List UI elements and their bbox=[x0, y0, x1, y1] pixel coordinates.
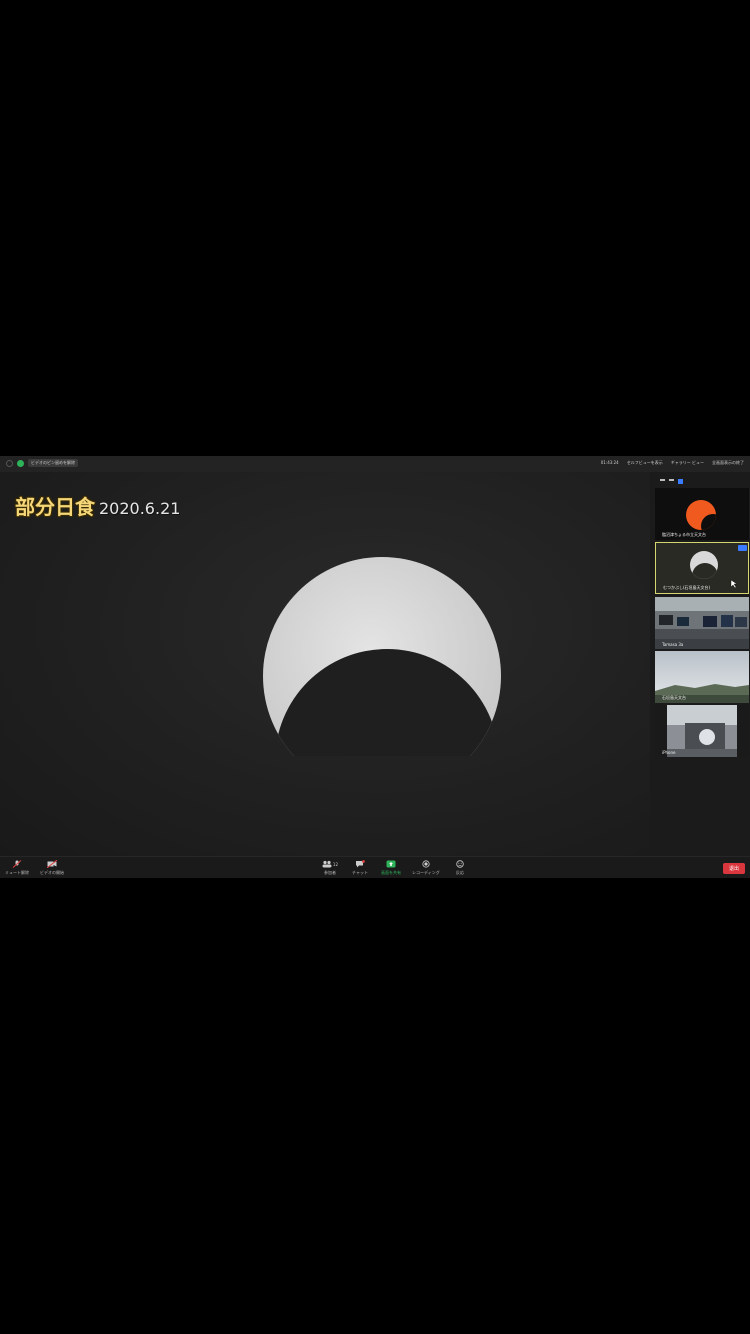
start-video-button[interactable]: ビデオの開始 bbox=[40, 860, 64, 876]
participant-tile-active[interactable]: むつかぶし(石垣島天文台) bbox=[655, 542, 749, 594]
elapsed-time: 01:43:24 bbox=[600, 460, 619, 465]
strip-icon[interactable] bbox=[669, 479, 674, 481]
eclipse-title: 部分日食 2020.6.21 bbox=[15, 491, 180, 520]
reaction-emoji-icon bbox=[455, 860, 465, 868]
microphone-muted-icon bbox=[12, 860, 22, 868]
participant-tile[interactable]: iPhone bbox=[655, 705, 749, 757]
participant-name: 臨沼津ちょる市立天文台 bbox=[662, 532, 706, 537]
gallery-view-button[interactable]: ギャラリー ビュー bbox=[671, 460, 704, 466]
participant-name: iPhone bbox=[662, 750, 676, 755]
share-screen-icon bbox=[386, 860, 396, 868]
participants-icon: 12 bbox=[322, 860, 338, 868]
security-shield-icon[interactable] bbox=[17, 459, 24, 467]
minimize-icon[interactable] bbox=[660, 479, 665, 481]
leave-meeting-button[interactable]: 退出 bbox=[722, 863, 745, 874]
self-view-button[interactable]: セルフビューを表示 bbox=[627, 460, 663, 466]
participant-name: むつかぶし(石垣島天文台) bbox=[663, 585, 711, 590]
exit-fullscreen-button[interactable]: 全画面表示の終了 bbox=[712, 460, 744, 466]
video-off-icon bbox=[47, 860, 57, 868]
title-date: 2020.6.21 bbox=[99, 499, 181, 518]
reactions-button[interactable]: 反応 bbox=[455, 860, 465, 876]
title-text: 部分日食 bbox=[15, 495, 95, 519]
meeting-toolbar: ミュート解除 ビデオの開始 12 参加者 チャット 画面を共有 レコーディング … bbox=[0, 856, 750, 878]
mute-button[interactable]: ミュート解除 bbox=[5, 860, 29, 876]
participant-tile[interactable]: 臨沼津ちょる市立天文台 bbox=[655, 488, 749, 540]
window-titlebar: ビデオのピン留めを解除 01:43:24 セルフビューを表示 ギャラリー ビュー… bbox=[0, 456, 750, 472]
zoom-window: ビデオのピン留めを解除 01:43:24 セルフビューを表示 ギャラリー ビュー… bbox=[0, 456, 750, 878]
participant-name: Tamasa 3a bbox=[662, 642, 684, 647]
share-screen-button[interactable]: 画面を共有 bbox=[381, 860, 401, 876]
thumbnail-controls[interactable] bbox=[660, 479, 683, 484]
partial-eclipse-sun bbox=[263, 557, 501, 756]
main-video: 部分日食 2020.6.21 bbox=[0, 472, 650, 856]
window-control-icon[interactable] bbox=[6, 459, 13, 467]
participant-name: 石垣島天文台 bbox=[662, 695, 686, 700]
participants-count: 12 bbox=[332, 861, 338, 867]
record-icon bbox=[421, 860, 431, 868]
participant-tile[interactable]: 石垣島天文台 bbox=[655, 651, 749, 703]
participants-button[interactable]: 12 参加者 bbox=[322, 860, 338, 876]
chat-button[interactable]: チャット bbox=[352, 860, 368, 876]
unpin-video-button[interactable]: ビデオのピン留めを解除 bbox=[28, 459, 78, 467]
record-button[interactable]: レコーディング bbox=[412, 860, 440, 876]
active-layout-icon[interactable] bbox=[678, 479, 683, 484]
participant-tile[interactable]: Tamasa 3a bbox=[655, 597, 749, 649]
chat-icon bbox=[355, 860, 365, 868]
